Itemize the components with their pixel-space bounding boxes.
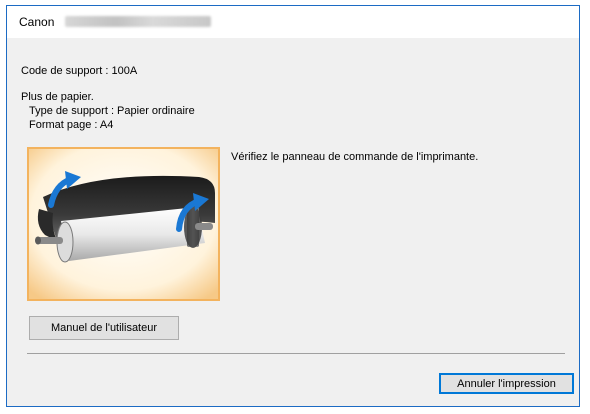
error-dialog: Canon Code de support : 100A Plus de pap… — [6, 5, 580, 407]
dialog-separator — [27, 353, 565, 354]
user-manual-button[interactable]: Manuel de l'utilisateur — [29, 316, 179, 340]
support-code-text: Code de support : 100A — [21, 65, 138, 77]
page-size-text: Format page : A4 — [29, 119, 114, 131]
instruction-text: Vérifiez le panneau de commande de l'imp… — [231, 151, 479, 163]
status-message: Plus de papier. — [21, 91, 94, 103]
window-title: Canon — [19, 15, 55, 29]
title-bar[interactable]: Canon — [7, 6, 579, 38]
redacted-printer-name — [65, 16, 211, 27]
media-type-text: Type de support : Papier ordinaire — [29, 105, 195, 117]
paper-roll-icon — [29, 149, 218, 299]
cancel-print-button[interactable]: Annuler l'impression — [439, 373, 574, 394]
paper-roll-illustration — [27, 147, 220, 301]
